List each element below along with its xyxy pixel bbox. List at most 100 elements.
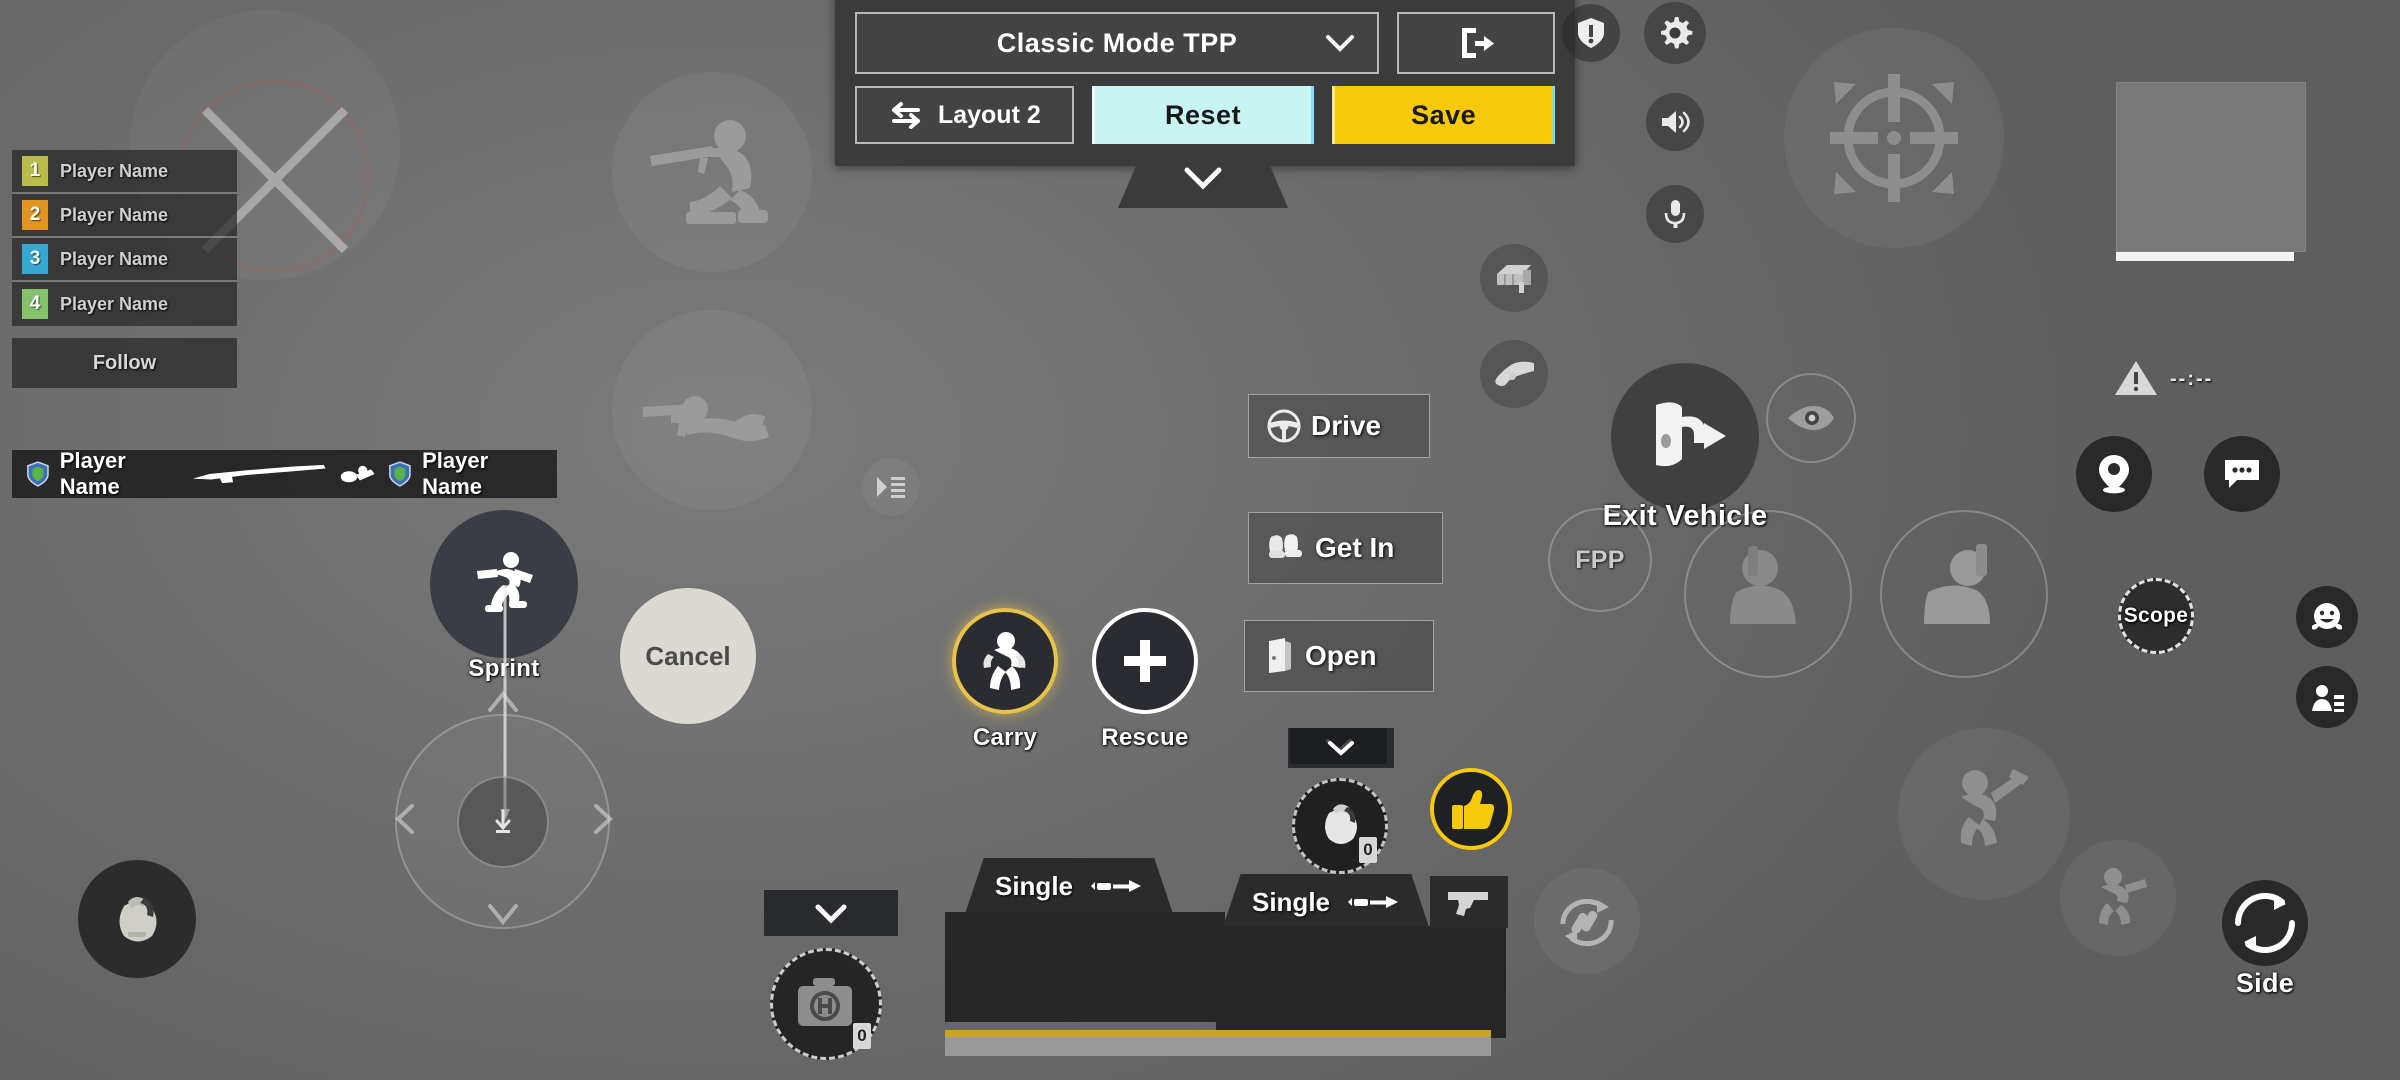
report-shield-button[interactable] xyxy=(1562,4,1620,62)
reload-ammo-icon xyxy=(1560,898,1614,947)
open-button[interactable]: Open xyxy=(1244,620,1434,692)
carry-label: Carry xyxy=(972,724,1038,751)
steering-wheel-icon xyxy=(1267,409,1301,443)
side-button[interactable] xyxy=(2222,880,2308,966)
door-icon xyxy=(1269,638,1291,673)
team-slot-number: 2 xyxy=(22,200,48,230)
drive-button[interactable]: Drive xyxy=(1248,394,1430,458)
medkit-icon xyxy=(798,978,852,1026)
joystick-down-arrow-icon xyxy=(488,904,518,926)
config-panel-collapse-tab[interactable] xyxy=(1118,160,1288,208)
team-slot-number: 3 xyxy=(22,244,48,274)
minimap[interactable] xyxy=(2116,82,2306,252)
exit-door-icon xyxy=(1462,28,1494,58)
aim-crosshair-button[interactable] xyxy=(1784,28,2004,248)
throwable-collapse-button[interactable] xyxy=(1288,728,1394,768)
grenade-left-button[interactable] xyxy=(78,860,196,978)
weapon2-slot[interactable] xyxy=(1216,926,1506,1038)
mode-select-value: Classic Mode TPP xyxy=(996,27,1238,58)
peek-button[interactable] xyxy=(1766,373,1856,463)
reload-button[interactable] xyxy=(1534,868,1640,974)
car-seat-icon xyxy=(1269,534,1302,558)
save-button[interactable]: Save xyxy=(1332,86,1555,144)
lean-left-button[interactable] xyxy=(1684,510,1852,678)
chevron-down-icon xyxy=(1184,167,1222,190)
fire-mode-icon xyxy=(877,477,905,498)
chat-button[interactable] xyxy=(2204,436,2280,512)
follow-button[interactable]: Follow xyxy=(12,338,237,388)
control-config-panel: Classic Mode TPP Layout 2 Reset Save xyxy=(835,0,1575,166)
swap-arrows-icon xyxy=(891,102,920,129)
rescue-button[interactable] xyxy=(1092,608,1198,714)
chevron-down-icon xyxy=(815,904,847,924)
rifle-icon xyxy=(192,464,326,484)
jump-button[interactable] xyxy=(1898,728,2070,900)
joystick-thumb[interactable] xyxy=(456,775,549,868)
get-in-label: Get In xyxy=(1315,532,1395,563)
mic-button[interactable] xyxy=(1646,185,1704,243)
weapon2-firemode-tab[interactable]: Single xyxy=(1222,874,1430,930)
contacts-button[interactable] xyxy=(2296,666,2358,728)
ammo-bar-weapon1 xyxy=(945,1030,1491,1056)
prone-button[interactable] xyxy=(612,310,812,510)
map-pin-icon xyxy=(2099,455,2129,494)
joystick-up-arrow-icon xyxy=(488,690,518,712)
get-in-button[interactable]: Get In xyxy=(1248,512,1443,584)
lean-right-button[interactable] xyxy=(1880,510,2048,678)
weapon1-firemode-label: Single xyxy=(994,870,1073,901)
pickup-button[interactable] xyxy=(1480,340,1548,408)
scope-label: Scope xyxy=(2123,604,2189,627)
crouch-run-button[interactable] xyxy=(2060,840,2176,956)
mode-select[interactable]: Classic Mode TPP xyxy=(855,12,1379,74)
thumbs-up-icon xyxy=(1452,790,1494,829)
exit-vehicle-button[interactable] xyxy=(1611,363,1759,511)
reset-button[interactable]: Reset xyxy=(1091,86,1315,144)
medkit-collapse-button[interactable] xyxy=(764,890,898,936)
weapon1-slot[interactable] xyxy=(945,912,1225,1022)
team-player-name: Player Name xyxy=(60,248,169,269)
emoji-button[interactable] xyxy=(2296,586,2358,648)
clan-shield-icon xyxy=(27,461,49,487)
cancel-button[interactable]: Cancel xyxy=(620,588,756,724)
crosshair-icon xyxy=(1830,74,1958,202)
fire-mode-button[interactable] xyxy=(862,458,920,516)
grenade-icon xyxy=(119,896,157,942)
layout-label: Layout 2 xyxy=(937,100,1041,129)
weapon2-firemode-label: Single xyxy=(1251,886,1330,917)
exit-config-button[interactable] xyxy=(1397,12,1555,74)
reset-label: Reset xyxy=(1165,99,1242,130)
team-row[interactable]: 2 Player Name xyxy=(12,194,237,238)
sound-button[interactable] xyxy=(1646,93,1704,151)
warning-triangle-icon xyxy=(2115,361,2157,395)
team-row[interactable]: 3 Player Name xyxy=(12,238,237,282)
cancel-label: Cancel xyxy=(645,640,731,671)
open-label: Open xyxy=(1305,640,1377,671)
carry-button[interactable] xyxy=(952,608,1058,714)
scope-button[interactable]: Scope xyxy=(2118,578,2194,654)
fpp-toggle-button[interactable]: FPP xyxy=(1548,508,1652,612)
medkit-button[interactable]: 0 xyxy=(770,948,882,1060)
weapon1-firemode-tab[interactable]: Single xyxy=(965,858,1173,914)
vault-button[interactable] xyxy=(1480,244,1548,312)
prone-icon xyxy=(643,396,769,441)
pistol-slot[interactable] xyxy=(1430,876,1508,928)
crouch-button[interactable] xyxy=(612,72,812,272)
kill-feed: Player Name Player Name xyxy=(12,448,557,499)
map-marker-button[interactable] xyxy=(2076,436,2152,512)
layout-switch-button[interactable]: Layout 2 xyxy=(855,86,1074,144)
team-row[interactable]: 4 Player Name xyxy=(12,282,237,326)
bullet-arrow-icon xyxy=(1348,896,1398,908)
settings-button[interactable] xyxy=(1644,2,1706,64)
minimap-progress-bar xyxy=(2116,252,2294,261)
joystick-center-icon xyxy=(495,809,510,833)
jump-person-icon xyxy=(1960,769,2029,846)
crouch-icon xyxy=(650,120,768,224)
fpp-label: FPP xyxy=(1575,545,1625,574)
thumbs-up-button[interactable] xyxy=(1430,768,1512,850)
report-shield-icon xyxy=(1578,18,1604,48)
team-row[interactable]: 1 Player Name xyxy=(12,150,237,194)
movement-joystick[interactable] xyxy=(395,714,610,929)
lean-right-icon xyxy=(1924,544,1990,624)
throwable-button[interactable]: 0 xyxy=(1292,778,1388,874)
team-player-name: Player Name xyxy=(60,160,169,181)
